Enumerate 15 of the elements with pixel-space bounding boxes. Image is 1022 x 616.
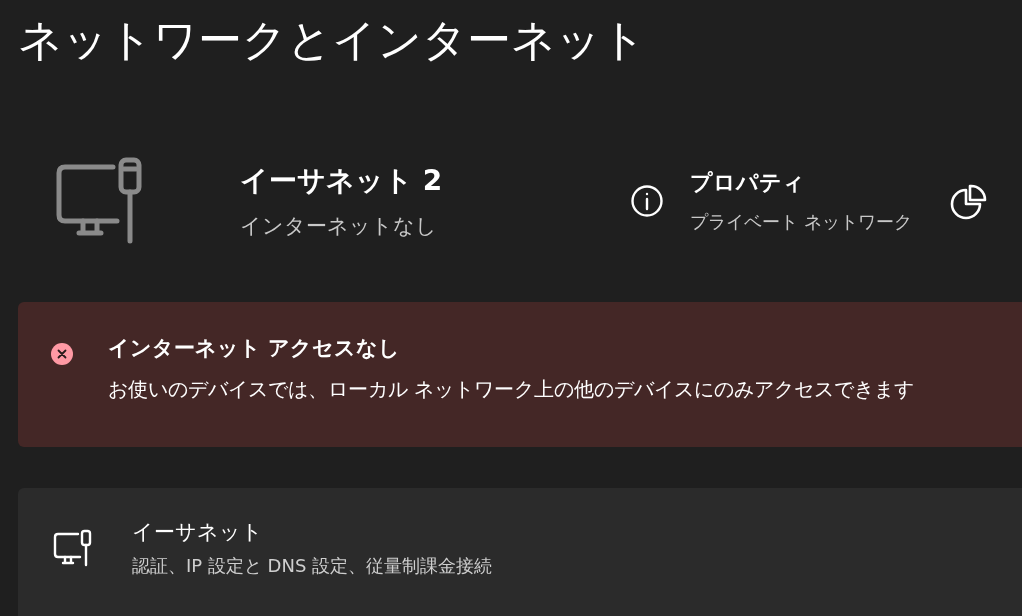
- info-icon: [630, 184, 664, 218]
- alert-title: インターネット アクセスなし: [108, 335, 402, 362]
- network-type: プライベート ネットワーク: [690, 210, 912, 234]
- connection-status: インターネットなし: [240, 213, 438, 240]
- pie-chart-icon[interactable]: [948, 182, 988, 220]
- card-subtitle: 認証、IP 設定と DNS 設定、従量制課金接続: [132, 554, 493, 578]
- connection-name: イーサネット 2: [240, 163, 444, 199]
- card-title: イーサネット: [132, 519, 264, 546]
- alert-message: お使いのデバイスでは、ローカル ネットワーク上の他のデバイスにのみアクセスできます: [108, 376, 915, 403]
- error-icon: [50, 342, 74, 366]
- properties-title: プロパティ: [690, 169, 806, 197]
- monitor-with-cable-icon: [52, 528, 92, 568]
- properties-link[interactable]: プロパティ プライベート ネットワーク: [630, 168, 930, 234]
- settings-card[interactable]: イーサネット 認証、IP 設定と DNS 設定、従量制課金接続: [18, 488, 1022, 616]
- page-title: ネットワークとインターネット: [18, 13, 647, 67]
